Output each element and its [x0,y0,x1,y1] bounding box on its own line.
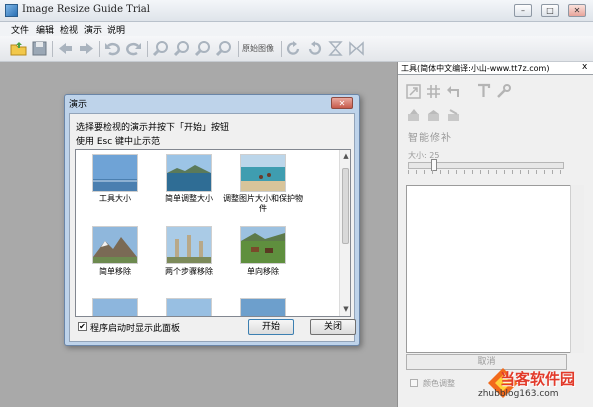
panel-header: 工具(简体中文编译:小山-www.tt7z.com) x [398,62,593,75]
close-button[interactable]: 关闭 [310,319,356,335]
flip-horizontal-icon[interactable] [348,40,365,57]
demo-list-scrollbar[interactable]: ▲ ▼ [339,150,350,316]
toolbar-separator [238,41,239,57]
toolbar-separator [147,41,148,57]
grid-tool-icon[interactable] [426,84,441,99]
scroll-up-arrow-icon[interactable]: ▲ [342,152,350,160]
slider-ticks [408,170,564,174]
app-icon [5,4,18,17]
demo-thumbnail[interactable] [240,226,286,264]
esc-hint-text: 使用 Esc 键中止示范 [76,137,161,147]
demo-list[interactable]: 工具大小 简单调整大小 调整图片大小和保护物件 简单移除 两个步骤移除 单向移除 [75,149,351,317]
demo-thumbnail[interactable] [92,226,138,264]
start-button[interactable]: 开始 [248,319,294,335]
show-at-startup-label[interactable]: 程序启动时显示此面板 [90,321,180,334]
menu-help[interactable]: 说明 [107,23,125,36]
forward-arrow-icon[interactable] [78,40,95,57]
undo-icon[interactable] [104,40,121,57]
original-image-button[interactable]: 原始图像 [242,43,274,54]
demo-label[interactable]: 简单调整大小 [149,194,229,204]
menu-demo[interactable]: 演示 [84,23,102,36]
watermark-url: zhubblog163.com [478,389,559,399]
panel-title: 工具(简体中文编译:小山-www.tt7z.com) [401,64,550,73]
demo-label[interactable]: 工具大小 [76,194,155,204]
maximize-button[interactable]: □ [541,4,559,17]
resize-tool-icon[interactable] [406,84,421,99]
demo-dialog: 演示 ✕ 选择要检视的演示并按下「开始」按钮 使用 Esc 键中止示范 工具大小… [64,94,360,346]
menu-edit[interactable]: 编辑 [36,23,54,36]
dialog-body: 选择要检视的演示并按下「开始」按钮 使用 Esc 键中止示范 工具大小 简单调整… [69,113,356,342]
close-window-button[interactable]: ✕ [568,4,586,17]
watermark-name: 当客软件园 [500,370,576,388]
wrench-tool-icon[interactable] [496,84,511,99]
demo-thumbnail[interactable] [166,298,212,316]
toolbar: 原始图像 [0,36,593,62]
tool-list-box[interactable] [406,185,572,353]
zoom-in-icon[interactable] [152,40,169,57]
toolbar-separator [281,41,282,57]
scrollbar-thumb[interactable] [342,168,349,244]
toolbar-separator [99,41,100,57]
menu-file[interactable]: 文件 [11,23,29,36]
demo-label[interactable]: 调整图片大小和保护物件 [222,194,304,214]
toolbar-separator [52,41,53,57]
demo-thumbnail[interactable] [166,154,212,192]
demo-thumbnail[interactable] [92,154,138,192]
menu-view[interactable]: 检视 [60,23,78,36]
demo-thumbnail[interactable] [166,226,212,264]
zoom-actual-icon[interactable] [215,40,232,57]
zoom-out-icon[interactable] [173,40,190,57]
demo-thumbnail[interactable] [240,154,286,192]
smart-repair-label: 智能修补 [408,133,452,144]
show-at-startup-checkbox[interactable]: ✔ [78,322,87,331]
demo-thumbnail[interactable] [92,298,138,316]
instruction-text: 选择要检视的演示并按下「开始」按钮 [76,123,230,133]
color-adjust-checkbox[interactable] [410,379,418,387]
remove-tool-icon[interactable] [446,108,461,123]
demo-label[interactable]: 简单移除 [76,267,155,277]
panel-close-button[interactable]: x [582,62,587,72]
window-title: Image Resize Guide Trial [22,4,150,15]
protect-tool-icon[interactable] [426,108,441,123]
redo-icon[interactable] [125,40,142,57]
rotate-right-icon[interactable] [306,40,323,57]
dialog-close-button[interactable]: ✕ [331,97,353,109]
brush-tool-icon[interactable] [406,108,421,123]
minimize-button[interactable]: – [514,4,532,17]
dialog-title: 演示 [69,100,88,110]
text-tool-icon[interactable] [476,83,491,98]
demo-label[interactable]: 两个步骤移除 [149,267,229,277]
back-arrow-icon[interactable] [57,40,74,57]
menu-bar: 文件 编辑 检视 演示 说明 [0,22,593,36]
save-icon[interactable] [31,40,48,57]
title-bar: Image Resize Guide Trial – □ ✕ [0,0,593,22]
zoom-fit-icon[interactable] [194,40,211,57]
panel-scrollbar[interactable] [570,185,584,353]
scroll-down-arrow-icon[interactable]: ▼ [342,305,350,313]
rotate-left-icon[interactable] [285,40,302,57]
demo-label[interactable]: 单向移除 [223,267,303,277]
demo-thumbnail[interactable] [240,298,286,316]
color-adjust-label: 颜色调整 [423,379,455,388]
flip-vertical-icon[interactable] [327,40,344,57]
open-folder-icon[interactable] [10,40,27,57]
return-tool-icon[interactable] [446,84,461,99]
tools-panel: 工具(简体中文编译:小山-www.tt7z.com) x 智能修补 大小: 25… [397,62,593,407]
